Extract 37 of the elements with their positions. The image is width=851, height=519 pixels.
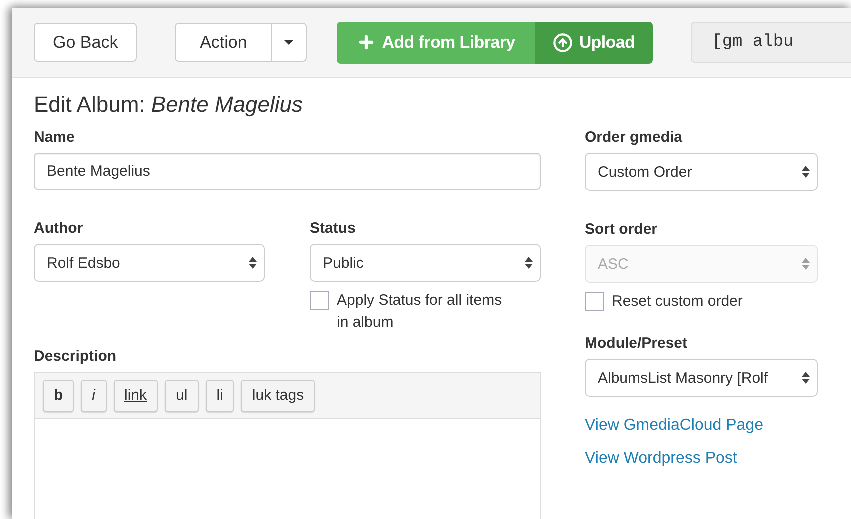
caret-icon	[284, 40, 294, 45]
field-label: Status	[310, 220, 357, 237]
description-editor[interactable]: b i link ul li luk tags	[34, 372, 541, 519]
select-arrows-icon	[525, 257, 533, 269]
checkbox[interactable]	[310, 291, 329, 310]
checkbox-label: Reset custom order	[612, 292, 744, 312]
format-button[interactable]: i	[81, 380, 107, 412]
order-select[interactable]: Custom Order	[585, 153, 818, 191]
page-link[interactable]: View Wordpress Post	[585, 450, 818, 468]
select-arrows-icon	[802, 372, 810, 384]
status-select[interactable]: Public	[310, 244, 541, 282]
name-input[interactable]: Bente Magelius	[34, 153, 541, 190]
shortcode-field[interactable]: [gm albu	[691, 22, 851, 63]
plus-icon	[357, 33, 376, 52]
format-button[interactable]: ul	[165, 380, 199, 412]
field-label: Author	[34, 220, 84, 237]
dropdown-toggle[interactable]	[272, 23, 308, 62]
go-back-button[interactable]: Go Back	[34, 23, 138, 62]
select-arrows-icon	[802, 258, 810, 270]
field-label: Sort order	[585, 221, 659, 238]
checkbox-label: Apply Status for all items in album	[337, 291, 504, 333]
page-link[interactable]: View GmediaCloud Page	[585, 417, 818, 435]
format-button[interactable]: b	[43, 380, 74, 412]
format-button[interactable]: luk tags	[241, 380, 316, 412]
field-label: Name	[34, 129, 76, 146]
field-label: Module/Preset	[585, 335, 689, 352]
select-arrows-icon	[249, 257, 257, 269]
upload-icon	[553, 32, 574, 52]
select-arrows-icon	[802, 166, 810, 178]
field-label: Order gmedia	[585, 129, 684, 146]
preset-select[interactable]: AlbumsList Masonry [Rolf	[585, 359, 818, 397]
page-title: Edit Album: Bente Magelius	[34, 92, 304, 118]
format-button[interactable]: link	[114, 380, 158, 412]
author-select[interactable]: Rolf Edsbo	[34, 244, 265, 282]
format-button[interactable]: li	[206, 380, 234, 412]
action-button[interactable]: Action	[175, 23, 272, 62]
field-label: Description	[34, 348, 118, 365]
